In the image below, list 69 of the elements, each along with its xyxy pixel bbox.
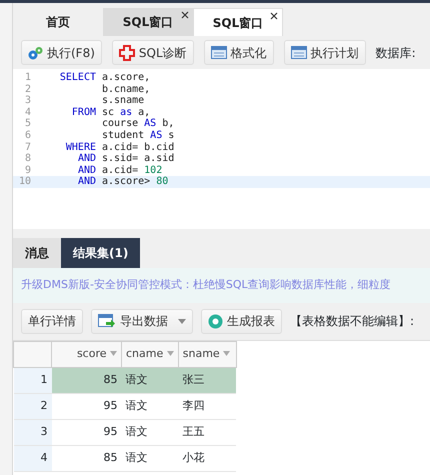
toolbar-button[interactable]: 执行(F8) — [21, 40, 102, 65]
line-number: 5 — [24, 118, 32, 130]
line-number: 8 — [24, 153, 32, 165]
line-number: 1 — [24, 72, 32, 84]
sort-icon[interactable] — [110, 351, 117, 356]
table-cell: 王五 — [178, 419, 236, 445]
sql-keyword: SELECT — [58, 72, 96, 84]
line-number: 6 — [24, 130, 32, 142]
table-cell: 语文 — [122, 445, 178, 471]
code-text: course AS b, — [102, 118, 174, 130]
table-cell: 语文 — [122, 419, 178, 445]
tab[interactable]: SQL窗口 — [193, 8, 283, 36]
code-text: a.score, — [102, 72, 150, 84]
code-text: sc as a, — [102, 106, 150, 118]
code-text: a.cid= b.cid — [102, 142, 174, 153]
row-number[interactable]: 4 — [14, 445, 52, 471]
sql-keyword: AND — [76, 164, 96, 176]
code-text: s.sid= a.sid — [102, 153, 174, 165]
table-cell: 小花 — [178, 445, 236, 471]
row-number[interactable]: 3 — [14, 419, 52, 445]
table-cell: 语文 — [122, 393, 178, 419]
export-icon — [98, 314, 116, 328]
table-cell: 李四 — [178, 393, 236, 419]
tab[interactable]: SQL窗口 — [103, 8, 193, 36]
line-number: 9 — [24, 164, 32, 176]
table-cell: 85 — [52, 367, 122, 393]
report-icon — [208, 314, 223, 328]
column-header[interactable]: cname — [122, 341, 178, 367]
code-text: a.cid= 102 — [102, 164, 162, 176]
table-cell: 95 — [52, 419, 122, 445]
table-cell: 张三 — [178, 367, 236, 393]
table-cell: 85 — [52, 445, 122, 471]
sort-icon[interactable] — [223, 351, 230, 356]
row-number[interactable]: 1 — [14, 367, 52, 393]
database-label: 数据库: — [376, 44, 416, 62]
sql-keyword: AND — [76, 176, 96, 188]
toolbar-button[interactable]: 生成报表 — [201, 308, 282, 334]
cross-icon — [118, 44, 135, 60]
result-tab[interactable]: 结果集(1) — [61, 238, 140, 268]
line-number: 7 — [24, 142, 32, 154]
sql-keyword: WHERE — [64, 142, 96, 154]
line-number: 4 — [24, 106, 32, 118]
table-cell: 95 — [52, 393, 122, 419]
toolbar-button[interactable]: 格式化 — [204, 40, 274, 65]
close-icon[interactable] — [181, 11, 189, 19]
toolbar-button[interactable]: 导出数据 — [91, 308, 193, 334]
code-text: student AS s — [102, 130, 174, 142]
code-text: a.score> 80 — [102, 176, 168, 188]
sql-keyword: FROM — [70, 106, 96, 118]
result-tab[interactable]: 消息 — [13, 238, 61, 268]
edit-note: 【表格数据不能编辑】: — [290, 313, 414, 330]
code-text: b.cname, — [102, 84, 150, 96]
line-number: 3 — [24, 95, 32, 107]
table-icon — [290, 46, 307, 59]
line-number: 2 — [24, 84, 32, 96]
close-icon[interactable] — [270, 12, 278, 20]
gears-icon — [28, 46, 43, 60]
toolbar-button[interactable]: SQL诊断 — [112, 40, 194, 65]
toolbar-button[interactable]: 执行计划 — [284, 40, 366, 65]
table-cell: 语文 — [122, 367, 178, 393]
table-icon — [210, 46, 227, 59]
sql-keyword: AND — [76, 153, 96, 165]
column-header[interactable]: score — [52, 341, 122, 367]
row-number[interactable]: 2 — [14, 393, 52, 419]
column-header[interactable]: sname — [178, 341, 236, 367]
code-text: s.sname — [102, 95, 144, 107]
line-number: 10 — [18, 176, 32, 188]
toolbar-button[interactable]: 单行详情 — [21, 308, 83, 334]
sort-icon[interactable] — [166, 351, 174, 356]
